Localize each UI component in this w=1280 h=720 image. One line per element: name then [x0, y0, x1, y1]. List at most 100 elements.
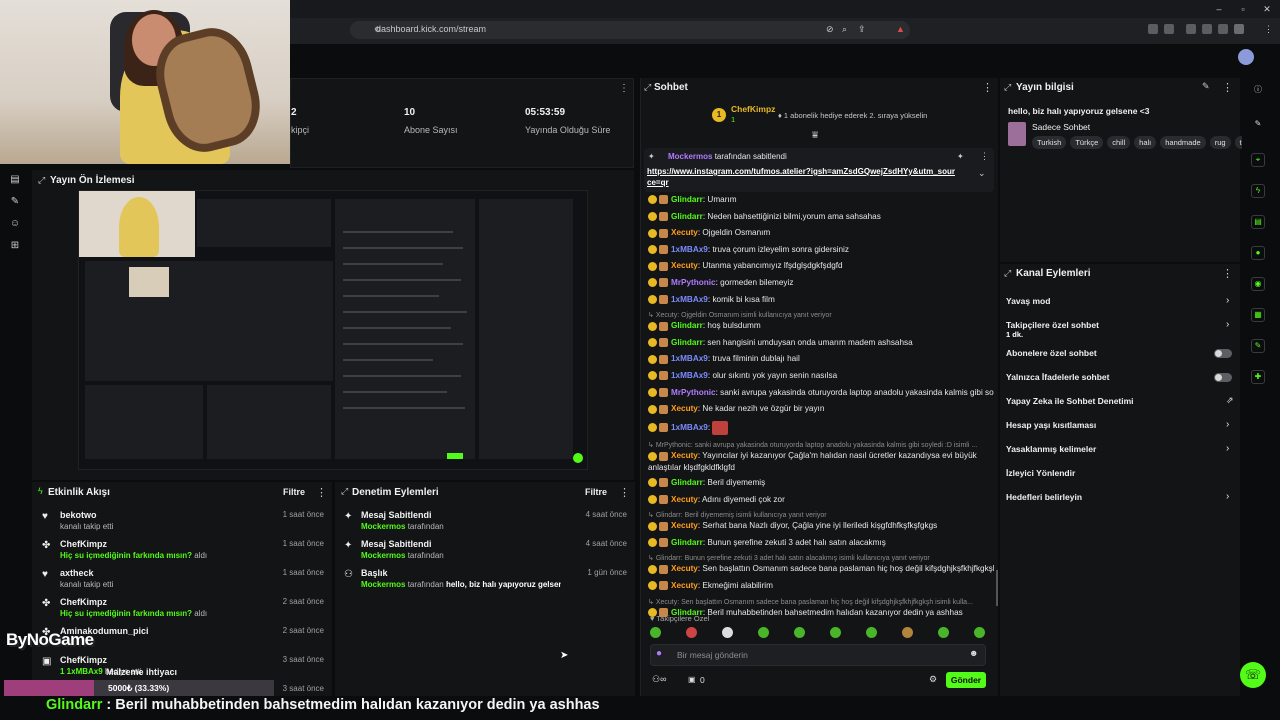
help-circle-icon[interactable]: ⓘ — [1251, 84, 1265, 98]
emote-icon[interactable] — [722, 627, 733, 638]
chat-username[interactable]: MrPythonic — [671, 388, 716, 397]
chat-username[interactable]: 1xMBAx9 — [671, 295, 708, 304]
chat-bubble-icon[interactable]: ● — [1251, 246, 1265, 260]
tag[interactable]: rug — [1209, 136, 1231, 149]
tag[interactable]: chill — [1107, 136, 1131, 149]
chat-message[interactable]: Xecuty: Ne kadar nezih ve özgür bir yayı… — [648, 404, 994, 418]
clipboard-icon[interactable]: ▤ — [1251, 215, 1265, 229]
close-icon[interactable]: ✕ — [1260, 4, 1274, 14]
shield-icon[interactable] — [1234, 24, 1244, 34]
chat-message[interactable]: 1xMBAx9: truva filminin dublajı hail — [648, 354, 994, 368]
edit-icon[interactable]: ✎ — [1202, 81, 1210, 92]
chat-message[interactable]: Glindarr: hoş bulsdumm — [648, 321, 994, 335]
microphone-icon[interactable]: ● — [656, 648, 662, 659]
extension-icon[interactable] — [1186, 24, 1196, 34]
emote-icon[interactable] — [686, 627, 697, 638]
extension-icon[interactable] — [1164, 24, 1174, 34]
expand-icon[interactable]: ⤢ — [1004, 268, 1011, 279]
hierarchy-icon[interactable]: ⊞ — [9, 240, 21, 252]
chat-message[interactable]: 1xMBAx9: truva çorum izleyelim sonra gid… — [648, 245, 994, 259]
chat-username[interactable]: Glindarr — [671, 212, 703, 221]
pinned-link[interactable]: https://www.instagram.com/tufmos.atelier… — [647, 166, 957, 188]
calendar-icon[interactable]: ▦ — [1251, 308, 1265, 322]
emote-icon[interactable] — [938, 627, 949, 638]
chat-message[interactable]: Xecuty: Sen başlattın Osmanım sadece ban… — [648, 564, 994, 578]
chat-username[interactable]: MrPythonic — [671, 278, 716, 287]
zoom-icon[interactable]: ⌕ — [842, 24, 847, 35]
chat-username[interactable]: Glindarr — [671, 338, 703, 347]
channel-action-item[interactable]: Takipçilere özel sohbet 1 dk. — [1006, 320, 1232, 339]
more-icon[interactable]: ⋮ — [316, 486, 327, 499]
users-icon[interactable]: ☺ — [9, 218, 21, 230]
chat-username[interactable]: Xecuty — [671, 404, 698, 413]
chat-username[interactable]: Xecuty — [671, 564, 698, 573]
emote-icon[interactable] — [974, 627, 985, 638]
settings-icon[interactable]: ⚙ — [929, 674, 937, 685]
chat-message[interactable]: Glindarr: sen hangisini umduysan onda um… — [648, 338, 994, 352]
channel-action-item[interactable]: Yavaş mod — [1006, 296, 1232, 306]
gift-box-icon[interactable]: ▣ — [688, 675, 696, 684]
emote-icon[interactable] — [866, 627, 877, 638]
chevron-right-icon[interactable]: › — [1226, 319, 1229, 330]
chat-message[interactable]: 1xMBAx9: olur sıkıntı yok yayın senin na… — [648, 371, 994, 385]
emote-icon[interactable] — [902, 627, 913, 638]
toggle-switch[interactable] — [1214, 349, 1232, 358]
top-gifter-name[interactable]: ChefKimpz — [731, 104, 775, 114]
more-icon[interactable]: ⋮ — [980, 151, 989, 162]
minimize-icon[interactable]: – — [1212, 4, 1226, 14]
chevron-down-icon[interactable]: ⌄ — [978, 168, 986, 179]
chat-username[interactable]: 1xMBAx9 — [671, 354, 708, 363]
chat-message[interactable]: Glindarr: Bunun şerefine zekuti 3 adet h… — [648, 538, 994, 552]
menu-icon[interactable]: ⋮ — [1264, 24, 1274, 34]
emote-icon[interactable] — [830, 627, 841, 638]
chat-username[interactable]: 1xMBAx9 — [671, 371, 708, 380]
chat-input[interactable]: Bir mesaj gönderin — [650, 644, 986, 666]
chat-message[interactable]: Xecuty: Serhat bana Nazlı diyor, Çağla y… — [648, 521, 994, 535]
chat-username[interactable]: Glindarr — [671, 478, 703, 487]
chat-message[interactable]: Xecuty: Utanma yabancımıyız lfşdglşdgkfş… — [648, 261, 994, 275]
wrench-icon[interactable]: ✎ — [1251, 339, 1265, 353]
extension-icon[interactable] — [1202, 24, 1212, 34]
feed-username[interactable]: ChefKimpz — [60, 655, 107, 665]
channel-action-item[interactable]: Yapay Zeka ile Sohbet Denetimi — [1006, 396, 1232, 406]
category-name[interactable]: Sadece Sohbet — [1032, 122, 1090, 132]
chat-username[interactable]: 1xMBAx9 — [671, 245, 708, 254]
activity-filter-button[interactable]: Filtre — [283, 487, 305, 497]
send-button[interactable]: Gönder — [946, 672, 986, 688]
more-icon[interactable]: ⋮ — [1222, 81, 1233, 94]
chat-message[interactable]: 1xMBAx9: — [648, 420, 994, 439]
chat-username[interactable]: Glindarr — [671, 321, 703, 330]
maximize-icon[interactable]: ▫ — [1236, 4, 1250, 14]
channel-action-item[interactable]: Yalnızca İfadelerle sohbet — [1006, 372, 1232, 382]
tag[interactable]: handmade — [1160, 136, 1206, 149]
expand-icon[interactable]: ⤢ — [1004, 82, 1011, 93]
chat-username[interactable]: Xecuty — [671, 451, 698, 460]
tag[interactable]: halı — [1134, 136, 1157, 149]
channel-action-item[interactable]: Hedefleri belirleyin — [1006, 492, 1232, 502]
chevron-right-icon[interactable]: › — [1226, 491, 1229, 502]
chat-message[interactable]: Glindarr: Beril diyememiş — [648, 478, 994, 492]
expand-icon[interactable]: ⤢ — [38, 175, 45, 186]
lightning-icon[interactable]: ϟ — [1251, 184, 1265, 198]
extension-icon[interactable] — [1148, 24, 1158, 34]
emote-icon[interactable] — [650, 627, 661, 638]
extension-icon[interactable] — [1218, 24, 1228, 34]
target-icon[interactable]: ⌖ — [1251, 153, 1265, 167]
site-info-icon[interactable]: ⚙ — [374, 25, 381, 34]
chat-username[interactable]: Xecuty — [671, 521, 698, 530]
channel-action-item[interactable]: Hesap yaşı kısıtlaması — [1006, 420, 1232, 430]
external-link-icon[interactable]: ⇗ — [1226, 395, 1234, 406]
share-icon[interactable]: ⇪ — [858, 24, 866, 35]
tag[interactable]: t — [1234, 136, 1242, 149]
star-icon[interactable]: ▲ — [896, 24, 905, 34]
avatar[interactable] — [1238, 49, 1254, 65]
pinned-message[interactable]: ✦ Mockermos tarafından sabitlendi https:… — [644, 148, 994, 192]
expand-icon[interactable]: ⤢ — [341, 486, 348, 497]
chevron-right-icon[interactable]: › — [1226, 295, 1229, 306]
more-icon[interactable]: ⋮ — [619, 83, 629, 94]
emote-icon[interactable] — [794, 627, 805, 638]
chat-message[interactable]: 1xMBAx9: komik bi kısa film — [648, 295, 994, 309]
chat-scrollbar[interactable] — [996, 570, 998, 606]
category-thumbnail[interactable] — [1008, 122, 1026, 146]
chat-username[interactable]: Xecuty — [671, 261, 698, 270]
